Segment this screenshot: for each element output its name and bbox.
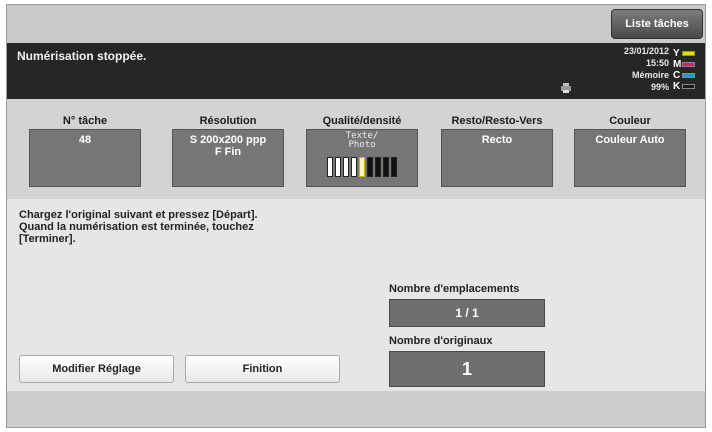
job-number-box: 48 bbox=[29, 129, 141, 187]
toner-bar bbox=[682, 73, 695, 78]
finish-label: Finition bbox=[242, 363, 283, 375]
setting-resolution: Résolution S 200x200 ppp F Fin bbox=[172, 113, 284, 187]
slots-value: 1 / 1 bbox=[455, 306, 479, 320]
memory-label: Mémoire bbox=[631, 70, 669, 80]
density-step bbox=[327, 157, 333, 177]
job-number-label: N° tâche bbox=[62, 115, 108, 127]
setting-color: Couleur Couleur Auto bbox=[574, 113, 686, 187]
setting-quality: Qualité/densité Texte/ Photo bbox=[306, 113, 418, 187]
status-message: Numérisation stoppée. bbox=[17, 49, 147, 63]
setting-job-number: N° tâche 48 bbox=[29, 113, 141, 187]
duplex-label: Resto/Resto-Vers bbox=[451, 115, 543, 127]
color-box: Couleur Auto bbox=[574, 129, 686, 187]
job-number-value: 48 bbox=[78, 134, 92, 146]
slots-label: Nombre d'emplacements bbox=[389, 283, 520, 295]
density-step bbox=[335, 157, 341, 177]
slots-box: 1 / 1 bbox=[389, 299, 545, 327]
color-value: Couleur Auto bbox=[595, 134, 665, 146]
job-list-label: Liste tâches bbox=[625, 18, 689, 30]
duplex-value: Recto bbox=[481, 134, 513, 146]
settings-row: N° tâche 48 Résolution S 200x200 ppp F F… bbox=[7, 99, 705, 199]
resolution-value: S 200x200 ppp bbox=[189, 134, 267, 146]
toner-label: M bbox=[673, 59, 682, 70]
resolution-box: S 200x200 ppp F Fin bbox=[172, 129, 284, 187]
resolution-label: Résolution bbox=[199, 115, 257, 127]
status-date: 23/01/2012 bbox=[623, 46, 669, 56]
toner-label: C bbox=[673, 70, 681, 81]
setting-duplex: Resto/Resto-Vers Recto bbox=[441, 113, 553, 187]
memory-value: 99% bbox=[650, 82, 669, 92]
toner-row-m: M bbox=[673, 59, 701, 70]
toner-bar bbox=[682, 51, 695, 56]
toner-label: K bbox=[673, 81, 681, 92]
density-step bbox=[359, 157, 365, 177]
density-step bbox=[375, 157, 381, 177]
color-label: Couleur bbox=[609, 115, 651, 127]
toner-bar bbox=[682, 62, 695, 67]
modify-settings-label: Modifier Réglage bbox=[52, 363, 141, 375]
originals-label: Nombre d'originaux bbox=[389, 335, 493, 347]
finish-button[interactable]: Finition bbox=[185, 355, 340, 383]
instruction-text: Chargez l'original suivant et pressez [D… bbox=[19, 209, 258, 245]
toner-label: Y bbox=[673, 48, 680, 59]
density-step bbox=[343, 157, 349, 177]
modify-settings-button[interactable]: Modifier Réglage bbox=[19, 355, 174, 383]
duplex-box: Recto bbox=[441, 129, 553, 187]
status-info: 23/01/2012 15:50 Mémoire 99% bbox=[567, 45, 669, 93]
toner-bar bbox=[682, 84, 695, 89]
control-panel-screen: Liste tâches Numérisation stoppée. 23/01… bbox=[6, 4, 706, 428]
quality-text-line2: Photo bbox=[348, 140, 376, 150]
quality-box: Texte/ Photo bbox=[306, 129, 418, 187]
density-step bbox=[367, 157, 373, 177]
originals-value: 1 bbox=[461, 358, 472, 379]
bottom-strip bbox=[7, 391, 705, 427]
originals-box: 1 bbox=[389, 351, 545, 387]
density-step bbox=[351, 157, 357, 177]
density-step bbox=[383, 157, 389, 177]
main-area: Chargez l'original suivant et pressez [D… bbox=[7, 199, 705, 391]
density-scale bbox=[307, 157, 417, 177]
resolution-mode: F Fin bbox=[214, 146, 242, 158]
toner-row-c: C bbox=[673, 70, 701, 81]
status-time: 15:50 bbox=[645, 58, 669, 68]
status-bar: Numérisation stoppée. 23/01/2012 15:50 M… bbox=[7, 43, 705, 99]
toner-levels: Y M C K bbox=[673, 48, 701, 92]
toner-row-y: Y bbox=[673, 48, 701, 59]
printer-icon bbox=[561, 83, 571, 93]
density-step bbox=[391, 157, 397, 177]
quality-label: Qualité/densité bbox=[322, 115, 402, 127]
toner-row-k: K bbox=[673, 81, 701, 92]
job-list-button[interactable]: Liste tâches bbox=[611, 9, 703, 39]
